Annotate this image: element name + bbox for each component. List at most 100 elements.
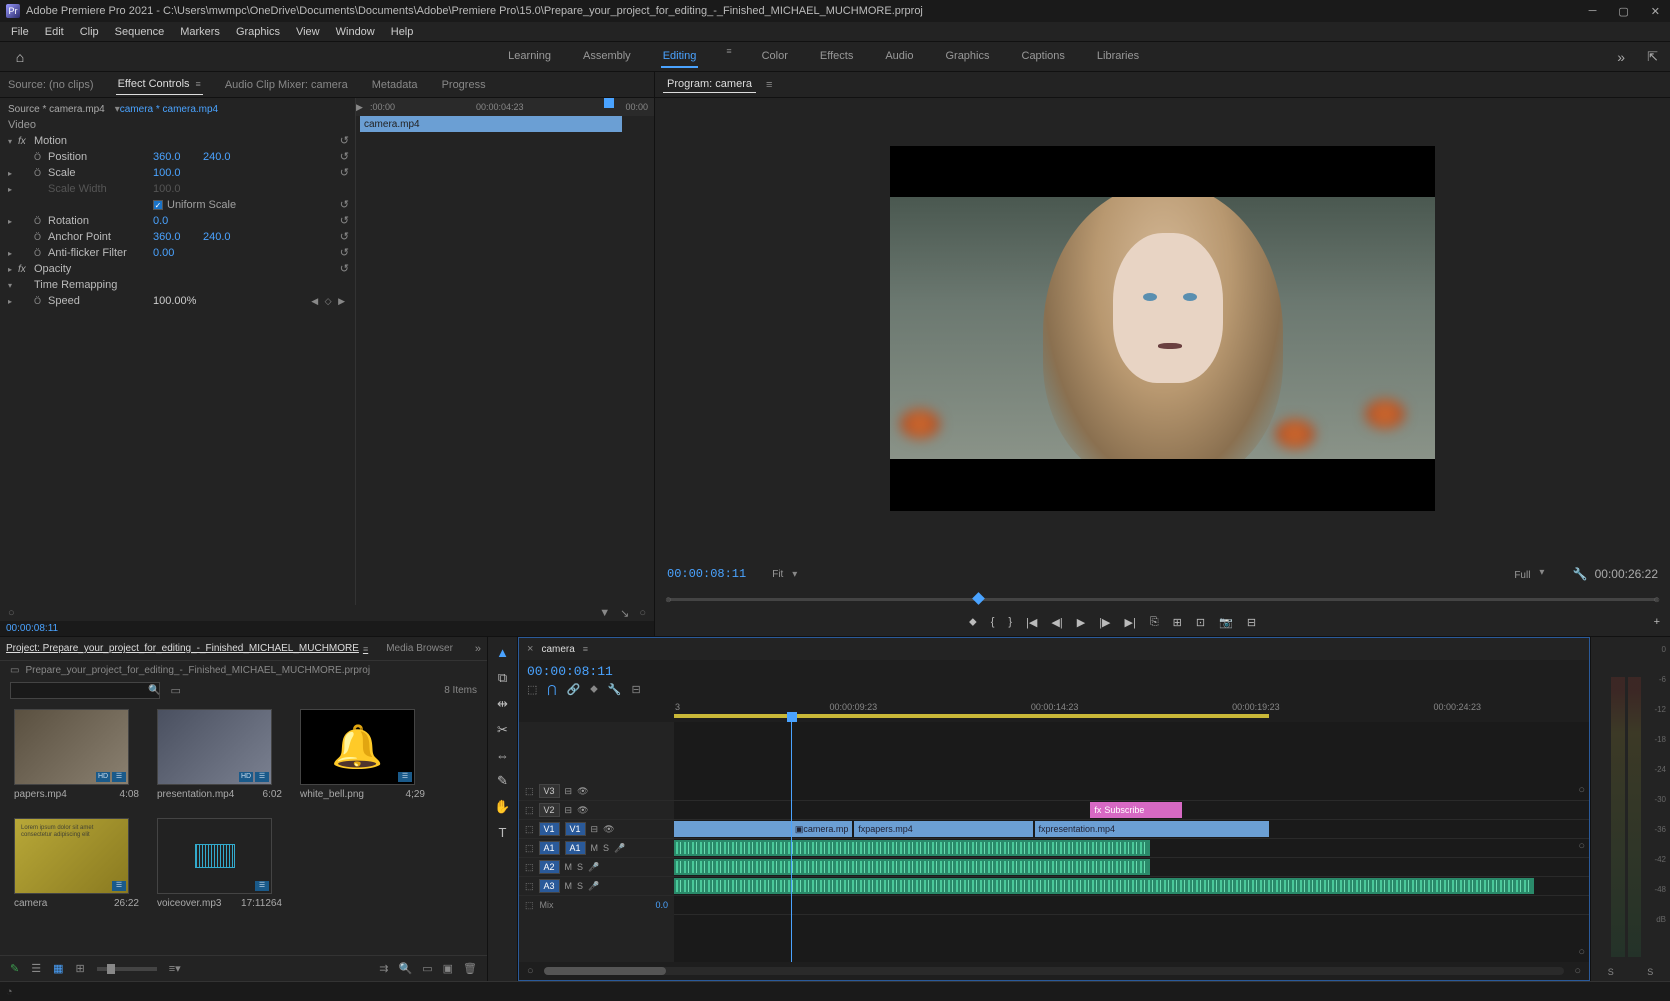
workspace-audio[interactable]: Audio <box>883 46 915 68</box>
menu-graphics[interactable]: Graphics <box>229 24 287 40</box>
maximize-button[interactable]: ▢ <box>1614 5 1632 18</box>
v3-eye-icon[interactable]: 👁 <box>577 786 588 797</box>
zoom-slider[interactable] <box>97 967 157 971</box>
timeline-zoom-scrollbar[interactable] <box>544 967 1565 975</box>
tab-project[interactable]: Project: Prepare_your_project_for_editin… <box>6 643 368 654</box>
meter-solo-l[interactable]: S <box>1608 967 1614 977</box>
list-view-icon[interactable]: ☰ <box>31 962 41 975</box>
track-content[interactable]: fxSubscribe ▣ camera.mp fx papers.mp4 fx… <box>674 722 1589 962</box>
a2-voice-icon[interactable]: 🎤 <box>588 862 599 873</box>
v2-output-icon[interactable]: ⊟ <box>565 805 573 816</box>
meter-solo-r[interactable]: S <box>1647 967 1653 977</box>
settings-icon[interactable]: 🔧 <box>608 683 622 696</box>
tab-metadata[interactable]: Metadata <box>370 75 420 95</box>
scale-value[interactable]: 100.0 <box>153 167 203 179</box>
type-tool[interactable]: T <box>493 825 513 840</box>
add-marker-button[interactable]: ⬥ <box>969 616 977 629</box>
track-a3-header[interactable]: ⬚A3MS🎤 <box>519 877 674 896</box>
menu-view[interactable]: View <box>289 24 327 40</box>
status-icon[interactable]: ◔ <box>6 986 13 998</box>
a2-mute-icon[interactable]: M <box>565 862 573 872</box>
motion-header[interactable]: ▾fxMotion <box>0 133 355 149</box>
lane-a3[interactable] <box>674 877 1589 896</box>
a1-mute-icon[interactable]: M <box>591 843 599 853</box>
lane-v2[interactable]: fxSubscribe <box>674 801 1589 820</box>
compare-button[interactable]: ⊟ <box>1247 616 1256 629</box>
bin-item-voiceover[interactable]: ☰ voiceover.mp317:11264 <box>157 818 282 909</box>
v1-output-icon[interactable]: ⊟ <box>591 824 599 835</box>
linked-selection-icon[interactable]: 🔗 <box>566 683 580 696</box>
bin-item-camera[interactable]: Lorem ipsum dolor sit amet consectetur a… <box>14 818 139 909</box>
ec-tool-icon[interactable]: ↘ <box>620 607 629 620</box>
hzoom-right-handle[interactable]: ○ <box>1574 965 1581 977</box>
a2-name[interactable]: A2 <box>539 860 560 874</box>
program-tab[interactable]: Program: camera <box>663 76 756 93</box>
reset-rotation[interactable]: ↺ <box>340 214 349 230</box>
menu-sequence[interactable]: Sequence <box>108 24 172 40</box>
timeline-tab[interactable]: camera <box>541 644 574 655</box>
timeline-playhead-head[interactable] <box>787 712 797 722</box>
settings-wrench-icon[interactable]: 🔧 <box>1572 567 1587 581</box>
workspace-overflow[interactable]: » <box>1607 49 1635 65</box>
marker-icon[interactable]: ⬥ <box>590 683 598 696</box>
reset-motion[interactable]: ↺ <box>340 134 349 150</box>
a2-solo-icon[interactable]: S <box>577 862 583 872</box>
workspace-editing-menu[interactable]: ≡ <box>726 46 731 68</box>
v1-lock-icon[interactable]: ⬚ <box>525 824 534 835</box>
anchor-y[interactable]: 240.0 <box>203 231 231 243</box>
mini-clip[interactable]: camera.mp4 <box>360 116 622 132</box>
mark-out-button[interactable]: } <box>1008 616 1012 628</box>
timeline-playhead-line[interactable] <box>791 722 792 962</box>
lane-a1[interactable] <box>674 839 1589 858</box>
minimize-button[interactable]: ─ <box>1585 5 1601 18</box>
a1-voice-icon[interactable]: 🎤 <box>614 843 625 854</box>
hzoom-left-handle[interactable]: ○ <box>527 965 534 977</box>
a2-lock-icon[interactable]: ⬚ <box>525 862 534 873</box>
position-y[interactable]: 240.0 <box>203 151 231 163</box>
bin-item-presentation[interactable]: HD☰ presentation.mp46:02 <box>157 709 282 800</box>
work-area-bar[interactable] <box>674 714 1269 718</box>
tab-progress[interactable]: Progress <box>440 75 488 95</box>
thumb-papers[interactable]: HD☰ <box>14 709 129 785</box>
reset-opacity[interactable]: ↺ <box>340 262 349 278</box>
menu-markers[interactable]: Markers <box>173 24 227 40</box>
effect-controls-timecode[interactable]: 00:00:08:11 <box>0 621 654 636</box>
ec-scroll-handle-l[interactable]: ○ <box>8 607 15 619</box>
button-editor[interactable]: + <box>1654 616 1670 628</box>
a3-voice-icon[interactable]: 🎤 <box>588 881 599 892</box>
home-button[interactable]: ⌂ <box>0 49 40 65</box>
workspace-effects[interactable]: Effects <box>818 46 855 68</box>
program-zoom-select[interactable]: Fit <box>766 567 799 582</box>
track-a2-header[interactable]: ⬚ A2 MS 🎤 <box>519 858 674 877</box>
extract-button[interactable]: ⊞ <box>1173 616 1182 629</box>
v1-name[interactable]: V1 <box>565 822 586 836</box>
a1-source-patch[interactable]: A1 <box>539 841 560 855</box>
timeline-tab-menu[interactable]: ≡ <box>583 644 588 654</box>
mix-value[interactable]: 0.0 <box>655 900 668 910</box>
ec-filter-icon[interactable]: ▼ <box>599 607 610 619</box>
program-playhead[interactable] <box>972 592 985 605</box>
scrub-right-handle[interactable]: ○ <box>1653 594 1660 606</box>
export-frame-button[interactable]: ⊡ <box>1196 616 1205 629</box>
tab-project-menu[interactable]: ≡ <box>363 644 368 654</box>
ripple-edit-tool[interactable]: ⇹ <box>493 696 513 712</box>
menu-file[interactable]: File <box>4 24 36 40</box>
program-quality-select[interactable]: Full <box>1508 568 1546 583</box>
track-scroll-handle-bot[interactable]: ○ <box>1578 946 1585 958</box>
workspace-editing[interactable]: Editing <box>661 46 699 68</box>
thumb-camera[interactable]: Lorem ipsum dolor sit amet consectetur a… <box>14 818 129 894</box>
clip-a2[interactable] <box>674 859 1150 875</box>
lane-v1[interactable]: ▣ camera.mp fx papers.mp4 fx presentatio… <box>674 820 1589 839</box>
v2-lock-icon[interactable]: ⬚ <box>525 805 534 816</box>
icon-view-icon[interactable]: ▦ <box>53 962 63 975</box>
play-button[interactable]: ▶ <box>1077 616 1085 629</box>
mini-ruler[interactable]: ▶ :00:00 00:00:04:23 00:00 <box>356 98 654 116</box>
menu-clip[interactable]: Clip <box>73 24 106 40</box>
workspace-assembly[interactable]: Assembly <box>581 46 633 68</box>
a3-lock-icon[interactable]: ⬚ <box>525 881 534 892</box>
project-bin[interactable]: HD☰ papers.mp44:08 HD☰ presentation.mp46… <box>0 701 487 955</box>
menu-edit[interactable]: Edit <box>38 24 71 40</box>
caption-icon[interactable]: ⊟ <box>632 683 641 696</box>
rotation-value[interactable]: 0.0 <box>153 215 203 227</box>
program-timecode[interactable]: 00:00:08:11 <box>667 567 746 581</box>
